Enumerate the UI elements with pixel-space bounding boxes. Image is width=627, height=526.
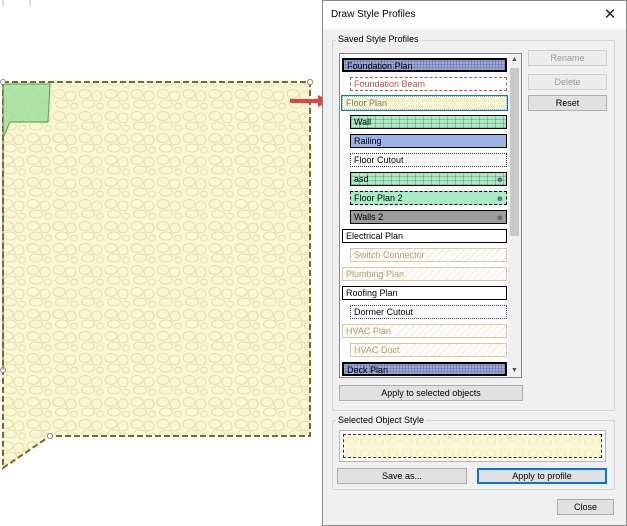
profile-item-label: Wall <box>354 117 372 127</box>
scroll-up-icon[interactable]: ▲ <box>508 54 521 66</box>
profile-item[interactable]: Wall <box>350 115 507 129</box>
profile-item-label: Floor Plan 2 <box>354 193 403 203</box>
dialog-title: Draw Style Profiles <box>331 9 416 20</box>
profile-item[interactable]: Switch Connector <box>350 248 507 262</box>
profile-item[interactable]: Floor Cutout <box>350 153 507 167</box>
delete-button[interactable]: Delete <box>528 74 607 90</box>
profile-item[interactable]: Walls 2 ☻ <box>350 210 507 224</box>
profile-item[interactable]: Electrical Plan <box>342 229 507 243</box>
preview-swatch <box>343 434 602 458</box>
selected-style-preview <box>339 430 606 462</box>
profile-item-label: Electrical Plan <box>346 231 404 241</box>
profile-item[interactable]: HVAC Duct <box>350 343 507 357</box>
reset-button[interactable]: Reset <box>528 95 607 111</box>
profile-item-label: HVAC Plan <box>346 326 391 336</box>
profile-item[interactable]: Floor Plan <box>341 95 508 111</box>
person-icon: ☻ <box>495 175 504 184</box>
profile-item-label: Walls 2 <box>354 212 384 222</box>
profile-item-label: Dormer Cutout <box>354 307 414 317</box>
scroll-down-icon[interactable]: ▼ <box>508 365 521 377</box>
profile-item-label: Railing <box>354 136 382 146</box>
saved-style-profiles-label: Saved Style Profiles <box>336 34 421 44</box>
profile-item-label: Plumbing Plan <box>346 269 405 279</box>
profile-item[interactable]: Foundation Beam <box>350 77 507 91</box>
selected-object-style-label: Selected Object Style <box>336 415 427 425</box>
profile-item-label: Floor Cutout <box>354 155 404 165</box>
profile-item[interactable]: Floor Plan 2 ☻ <box>350 191 507 205</box>
apply-to-selected-button[interactable]: Apply to selected objects <box>339 385 523 401</box>
profile-item-label: asd <box>354 174 369 184</box>
profiles-scrollbar[interactable]: ▲ ▼ <box>508 54 521 377</box>
close-icon[interactable]: ✕ <box>600 5 620 25</box>
rename-button[interactable]: Rename <box>528 50 607 66</box>
profile-item-label: Foundation Beam <box>354 79 426 89</box>
profile-item[interactable]: Foundation Plan <box>342 58 507 72</box>
profiles-list[interactable]: Foundation Plan Foundation Beam Floor Plan… <box>339 53 522 378</box>
profile-item-label: Foundation Plan <box>347 61 413 71</box>
dialog-titlebar: Draw Style Profiles ✕ <box>323 1 626 29</box>
person-icon: ☻ <box>495 213 504 222</box>
profile-item-label: Floor Plan <box>346 98 388 108</box>
profile-item[interactable]: Railing <box>350 134 507 148</box>
scroll-thumb[interactable] <box>510 68 519 236</box>
profile-item[interactable]: Dormer Cutout <box>350 305 507 319</box>
save-as-button[interactable]: Save as... <box>337 468 467 484</box>
drawing-canvas[interactable] <box>0 0 322 526</box>
profile-item[interactable]: HVAC Plan <box>342 324 507 338</box>
apply-to-profile-button[interactable]: Apply to profile <box>477 468 607 484</box>
profile-item-label: HVAC Duct <box>354 345 400 355</box>
profile-item[interactable]: Deck Plan <box>342 362 507 376</box>
floor-plan-shape[interactable] <box>1 81 311 470</box>
profile-item-label: Roofing Plan <box>346 288 398 298</box>
profile-item[interactable]: Plumbing Plan <box>342 267 507 281</box>
profile-item[interactable]: Roofing Plan <box>342 286 507 300</box>
profile-item[interactable]: asd ☻ <box>350 172 507 186</box>
profile-item-label: Switch Connector <box>354 250 425 260</box>
profile-item-label: Deck Plan <box>347 365 389 375</box>
person-icon: ☻ <box>495 194 504 203</box>
close-button[interactable]: Close <box>557 499 614 515</box>
